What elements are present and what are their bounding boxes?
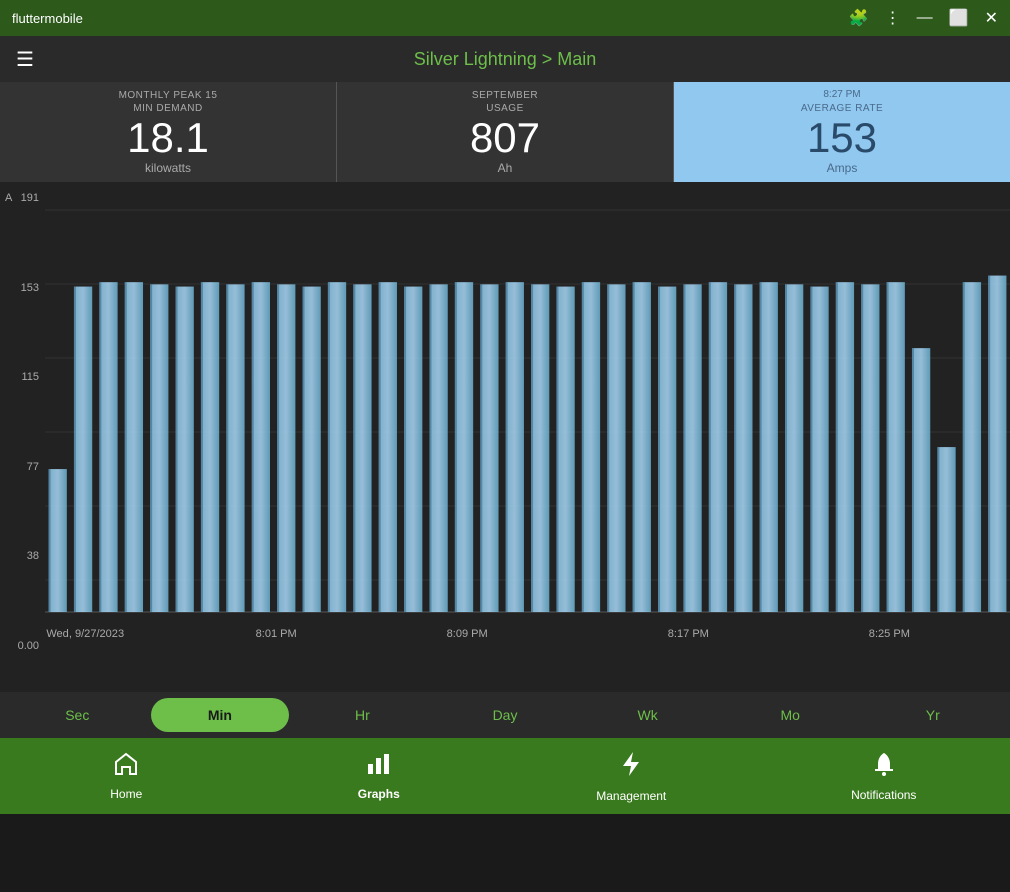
bell-icon xyxy=(872,751,896,784)
stats-row: MONTHLY PEAK 15MIN DEMAND 18.1 kilowatts… xyxy=(0,82,1010,182)
svg-text:8:01 PM: 8:01 PM xyxy=(256,628,297,640)
nav-home[interactable]: Home xyxy=(0,738,253,814)
y-label-38: 38 xyxy=(0,550,45,562)
svg-text:8:17 PM: 8:17 PM xyxy=(668,628,709,640)
app-name: fluttermobile xyxy=(12,11,83,26)
tab-mo[interactable]: Mo xyxy=(721,698,860,732)
svg-text:8:09 PM: 8:09 PM xyxy=(447,628,488,640)
y-label-115: 115 xyxy=(0,371,45,383)
bottom-nav: Home Graphs Management Notifications xyxy=(0,738,1010,814)
tab-yr[interactable]: Yr xyxy=(863,698,1002,732)
stat-monthly-peak-label: MONTHLY PEAK 15MIN DEMAND xyxy=(119,89,218,115)
title-bar-left: fluttermobile xyxy=(12,11,83,26)
title-bar: fluttermobile 🧩 ⋮ — ⬜ ✕ xyxy=(0,0,1010,36)
header: ☰ Silver Lightning > Main xyxy=(0,36,1010,82)
close-icon[interactable]: ✕ xyxy=(985,8,998,28)
stat-september-usage-value: 807 xyxy=(470,115,540,161)
stat-average-rate-time: 8:27 PM xyxy=(823,89,860,100)
home-icon xyxy=(113,752,139,783)
tab-day[interactable]: Day xyxy=(436,698,575,732)
nav-notifications-label: Notifications xyxy=(851,788,916,802)
y-label-153: 153 xyxy=(0,282,45,294)
nav-management[interactable]: Management xyxy=(505,738,758,814)
y-label-0: 0.00 xyxy=(0,640,45,652)
stat-average-rate-unit: Amps xyxy=(827,161,858,175)
tab-sec[interactable]: Sec xyxy=(8,698,147,732)
tab-hr[interactable]: Hr xyxy=(293,698,432,732)
hamburger-menu-icon[interactable]: ☰ xyxy=(16,47,34,72)
puzzle-icon[interactable]: 🧩 xyxy=(849,8,869,28)
nav-graphs-label: Graphs xyxy=(358,787,400,801)
stat-september-usage: SEPTEMBERUSAGE 807 Ah xyxy=(337,82,674,182)
time-tabs: Sec Min Hr Day Wk Mo Yr xyxy=(0,692,1010,738)
chart-area: A 191 153 115 77 38 0.00 Wed, 9/27 xyxy=(0,182,1010,692)
stat-average-rate-value: 153 xyxy=(807,115,877,161)
tab-wk[interactable]: Wk xyxy=(578,698,717,732)
stat-average-rate-label: AVERAGE RATE xyxy=(801,102,883,115)
svg-text:8:25 PM: 8:25 PM xyxy=(869,628,910,640)
stat-monthly-peak-unit: kilowatts xyxy=(145,161,191,175)
y-label-191: 191 xyxy=(0,192,45,204)
page-title: Silver Lightning > Main xyxy=(414,49,597,70)
nav-graphs[interactable]: Graphs xyxy=(253,738,506,814)
stat-september-usage-unit: Ah xyxy=(498,161,513,175)
lightning-icon xyxy=(620,750,642,785)
graphs-icon xyxy=(366,752,392,783)
tab-min[interactable]: Min xyxy=(151,698,290,732)
svg-text:Wed, 9/27/2023: Wed, 9/27/2023 xyxy=(46,628,124,640)
menu-dots-icon[interactable]: ⋮ xyxy=(885,8,901,28)
nav-management-label: Management xyxy=(596,789,666,803)
y-label-77: 77 xyxy=(0,461,45,473)
title-bar-controls: 🧩 ⋮ — ⬜ ✕ xyxy=(849,8,998,28)
y-axis-labels: 191 153 115 77 38 0.00 xyxy=(0,192,45,652)
restore-icon[interactable]: ⬜ xyxy=(949,8,969,28)
stat-september-usage-label: SEPTEMBERUSAGE xyxy=(472,89,538,115)
minimize-icon[interactable]: — xyxy=(917,9,933,27)
stat-monthly-peak-value: 18.1 xyxy=(127,115,209,161)
stat-average-rate: 8:27 PM AVERAGE RATE 153 Amps xyxy=(674,82,1010,182)
chart-svg: Wed, 9/27/2023 8:01 PM 8:09 PM 8:17 PM 8… xyxy=(45,192,1010,652)
stat-monthly-peak: MONTHLY PEAK 15MIN DEMAND 18.1 kilowatts xyxy=(0,82,337,182)
nav-notifications[interactable]: Notifications xyxy=(758,738,1010,814)
nav-home-label: Home xyxy=(110,787,142,801)
